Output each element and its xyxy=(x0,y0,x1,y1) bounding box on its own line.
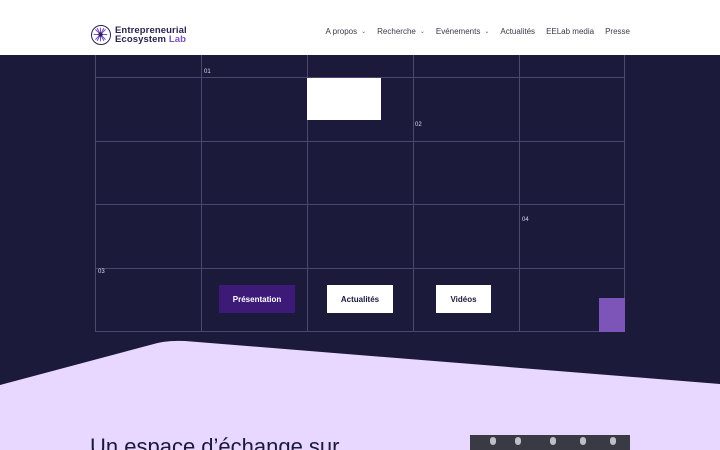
main-nav: A propos ⌄ Recherche ⌄ Evénements ⌄ Actuali… xyxy=(315,27,630,36)
logo-icon xyxy=(91,25,111,45)
grid-number: 02 xyxy=(415,122,422,128)
nav-item-evenements[interactable]: Evénements ⌄ xyxy=(436,27,490,36)
decorative-purple-block xyxy=(599,298,625,332)
grid-line xyxy=(519,55,520,332)
nav-label: Presse xyxy=(605,27,630,36)
grid-line xyxy=(95,55,96,332)
nav-item-recherche[interactable]: Recherche ⌄ xyxy=(377,27,425,36)
logo-lab: Lab xyxy=(168,34,187,45)
nav-item-actualites[interactable]: Actualités xyxy=(500,27,535,36)
grid-line xyxy=(95,331,625,332)
videos-button[interactable]: Vidéos xyxy=(436,285,491,313)
section-headline: Un espace d’échange sur xyxy=(90,434,340,450)
site-header: Entrepreneurial Ecosystem Lab A propos ⌄ … xyxy=(0,0,720,55)
grid-line xyxy=(201,55,202,332)
grid-line xyxy=(95,204,625,205)
nav-label: Actualités xyxy=(500,27,536,36)
chevron-down-icon: ⌄ xyxy=(419,29,425,35)
grid-line xyxy=(624,55,625,332)
nav-item-presse[interactable]: Presse xyxy=(605,27,630,36)
grid-line xyxy=(413,55,414,332)
grid-number: 04 xyxy=(522,217,529,223)
nav-item-eelab-media[interactable]: EELab media xyxy=(546,27,594,36)
presentation-button[interactable]: Présentation xyxy=(219,285,295,313)
nav-label: Recherche xyxy=(377,27,416,36)
chevron-down-icon: ⌄ xyxy=(484,29,490,35)
decorative-white-block xyxy=(307,78,381,120)
nav-item-a-propos[interactable]: A propos ⌄ xyxy=(326,27,367,36)
grid-line xyxy=(95,141,625,142)
nav-label: Evénements xyxy=(435,27,481,36)
chevron-down-icon: ⌄ xyxy=(361,29,367,35)
video-thumbnail[interactable] xyxy=(470,435,630,450)
nav-label: EELab media xyxy=(546,27,595,36)
logo-line-2: Ecosystem xyxy=(115,34,167,45)
grid-line xyxy=(95,268,625,269)
actualites-button[interactable]: Actualités xyxy=(327,285,393,313)
logo[interactable]: Entrepreneurial Ecosystem Lab xyxy=(91,25,187,45)
logo-text: Entrepreneurial Ecosystem Lab xyxy=(115,25,187,45)
grid-number: 01 xyxy=(204,69,211,75)
grid-number: 03 xyxy=(98,269,105,275)
nav-label: A propos xyxy=(325,27,358,36)
